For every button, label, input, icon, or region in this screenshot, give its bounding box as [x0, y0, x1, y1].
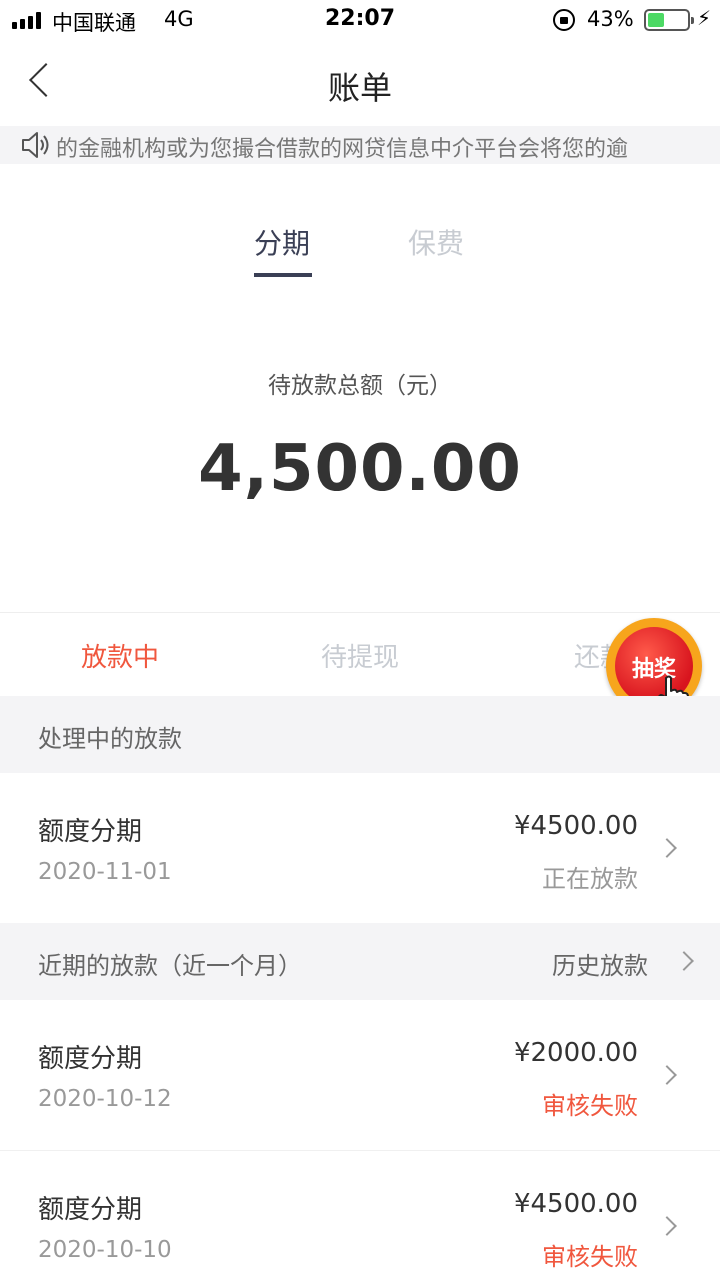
section-header-recent: 近期的放款（近一个月） 历史放款: [0, 923, 720, 1000]
history-link-label: 历史放款: [552, 952, 648, 980]
page-title: 账单: [327, 69, 392, 107]
pending-total-label: 待放款总额（元）: [268, 373, 452, 399]
tab-active-indicator: [254, 273, 312, 277]
loan-name: 额度分期: [38, 817, 143, 847]
loan-row[interactable]: 额度分期 2020-10-12 ¥2000.00 审核失败: [0, 1000, 720, 1150]
battery-icon: [644, 9, 694, 31]
charging-icon: ⚡: [697, 6, 712, 30]
tab-disbursing[interactable]: 放款中: [0, 637, 240, 674]
pending-total-amount: 4,500.00: [198, 432, 522, 506]
loan-status: 审核失败: [542, 1092, 638, 1120]
chevron-right-icon: [674, 951, 694, 971]
rotation-lock-icon: [553, 9, 575, 31]
chevron-right-icon: [657, 1216, 677, 1236]
chevron-right-icon: [657, 838, 677, 858]
notice-text: 的金融机构或为您撮合借款的网贷信息中介平台会将您的逾: [56, 137, 629, 162]
loan-status: 正在放款: [542, 865, 638, 893]
chevron-right-icon: [657, 1065, 677, 1085]
top-tabs: 分期 保费: [0, 210, 720, 290]
loan-status: 审核失败: [542, 1243, 638, 1271]
status-bar: 中国联通 4G 22:07 43% ⚡: [0, 0, 720, 40]
loan-amount: ¥4500.00: [513, 1189, 638, 1219]
loan-name: 额度分期: [38, 1195, 143, 1225]
bill-page: 中国联通 4G 22:07 43% ⚡ 账单 的金融机构或为您撮合借款的网贷信息…: [0, 0, 720, 1280]
tab-pending-withdrawal[interactable]: 待提现: [240, 637, 480, 674]
tab-insurance-fee[interactable]: 保费: [408, 222, 464, 262]
loan-date: 2020-10-12: [38, 1086, 172, 1112]
loan-amount: ¥2000.00: [513, 1038, 638, 1068]
speaker-icon: [22, 132, 49, 158]
loan-name: 额度分期: [38, 1044, 143, 1074]
section-title: 近期的放款（近一个月）: [38, 952, 302, 980]
section-title: 处理中的放款: [38, 725, 182, 753]
nav-bar: 账单: [0, 40, 720, 126]
loan-row[interactable]: 额度分期 2020-11-01 ¥4500.00 正在放款: [0, 773, 720, 923]
loan-date: 2020-11-01: [38, 859, 172, 885]
history-loans-link[interactable]: 历史放款: [520, 923, 720, 1000]
loan-amount: ¥4500.00: [513, 811, 638, 841]
loan-row[interactable]: 额度分期 2020-10-10 ¥4500.00 审核失败: [0, 1151, 720, 1280]
notice-bar[interactable]: 的金融机构或为您撮合借款的网贷信息中介平台会将您的逾: [0, 126, 720, 164]
loan-date: 2020-10-10: [38, 1237, 172, 1263]
tab-installment[interactable]: 分期: [254, 222, 310, 262]
section-header-processing: 处理中的放款: [0, 696, 720, 773]
battery-percentage: 43%: [587, 7, 634, 31]
